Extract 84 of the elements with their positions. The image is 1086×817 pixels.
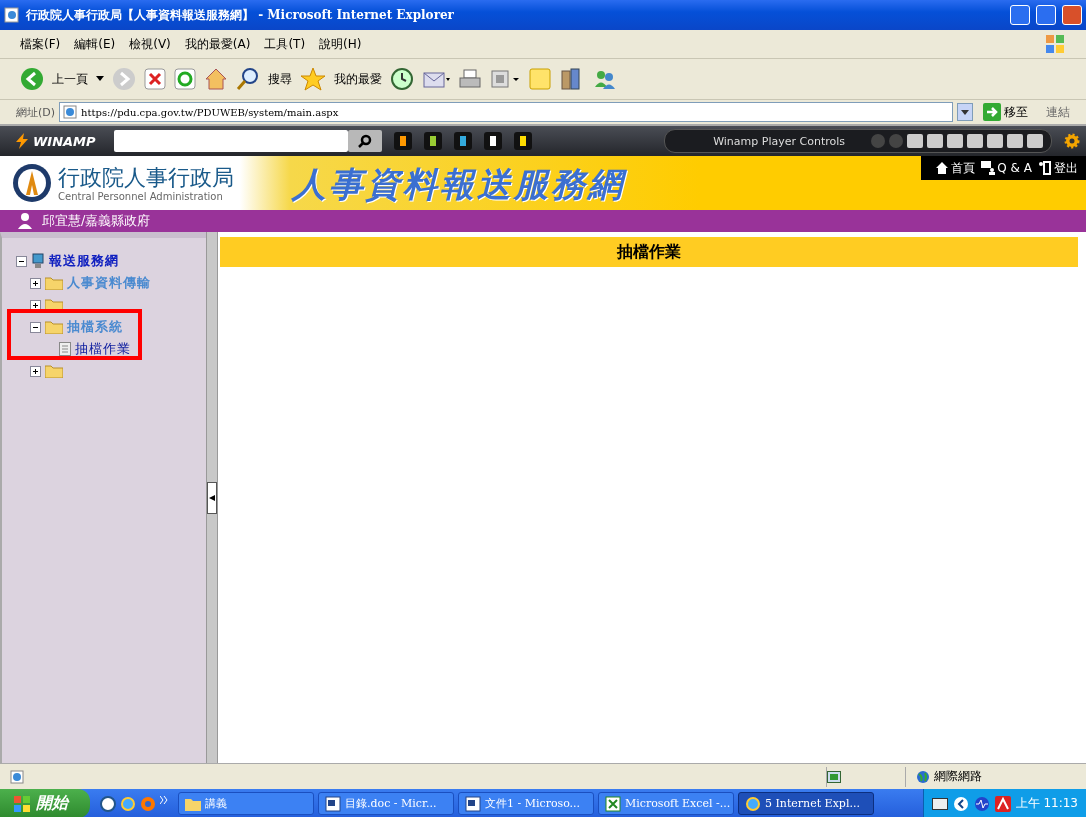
dropdown-icon[interactable] xyxy=(957,103,973,121)
player-controls-label: Winamp Player Controls xyxy=(713,134,845,148)
search-button[interactable] xyxy=(347,130,382,152)
search-field[interactable] xyxy=(113,130,348,152)
folder-icon xyxy=(45,364,63,378)
plus-icon[interactable] xyxy=(30,299,41,311)
page-icon xyxy=(63,105,78,119)
taskbar-button[interactable]: 目錄.doc - Micr... xyxy=(318,792,454,815)
stop-icon[interactable] xyxy=(144,68,166,90)
close-button[interactable] xyxy=(1062,5,1082,25)
winamp-logo: WINAMP xyxy=(14,133,96,149)
organization-name: 行政院人事行政局 xyxy=(58,164,234,191)
chevron-icon[interactable] xyxy=(160,795,168,804)
nav-link[interactable]: 首頁 xyxy=(935,159,976,177)
nav-link[interactable]: 登出 xyxy=(1038,159,1078,177)
address-field[interactable]: https://pdu.cpa.gov.tw/PDUWEB/system/main.aspx xyxy=(59,102,953,122)
arrow-left-icon[interactable] xyxy=(952,795,969,812)
plus-icon[interactable] xyxy=(30,277,41,289)
home-icon xyxy=(935,161,950,175)
minus-icon[interactable] xyxy=(30,321,41,333)
plus-icon[interactable] xyxy=(30,365,41,377)
menu-item[interactable]: 工具(T) xyxy=(264,35,306,53)
go-button[interactable]: 移至 xyxy=(977,102,1034,122)
back-button[interactable]: 上一頁 xyxy=(52,70,88,88)
page-icon xyxy=(10,769,24,784)
page-heading: 抽檔作業 xyxy=(220,237,1078,267)
links-button[interactable]: 連結 xyxy=(1046,103,1070,121)
home-icon[interactable] xyxy=(204,67,228,91)
arrow-left-icon xyxy=(209,494,215,501)
menu-item[interactable]: 檔案(F) xyxy=(20,35,61,53)
arrow-right-icon xyxy=(983,103,1001,121)
keyboard-icon[interactable] xyxy=(931,797,948,810)
favorites-button[interactable]: 我的最愛 xyxy=(334,70,382,88)
speech-bubble-icon xyxy=(981,161,996,175)
search-icon xyxy=(357,134,372,148)
collapse-panel-button[interactable] xyxy=(207,481,217,514)
windows-logo-icon xyxy=(14,795,30,812)
taskbar-button[interactable]: 講義 xyxy=(178,792,314,815)
window-icon xyxy=(827,770,841,783)
waveform-icon[interactable] xyxy=(973,795,990,812)
globe-icon xyxy=(916,769,930,784)
door-icon xyxy=(1038,161,1052,175)
gear-icon[interactable] xyxy=(1064,133,1080,149)
acrobat-icon[interactable] xyxy=(994,795,1011,812)
organization-name-english: Central Personnel Administration xyxy=(58,190,224,202)
address-label: 網址(D) xyxy=(16,104,56,120)
tree-item[interactable]: 抽檔作業 xyxy=(75,340,131,358)
menu-item[interactable]: 我的最愛(A) xyxy=(184,35,251,53)
taskbar-button[interactable]: 5 Internet Expl... xyxy=(738,792,874,815)
user-name: 邱宜慧/嘉義縣政府 xyxy=(42,212,151,230)
edit-icon[interactable] xyxy=(490,68,520,90)
menu-item[interactable]: 檢視(V) xyxy=(129,35,171,53)
folder-icon xyxy=(45,320,63,334)
refresh-icon[interactable] xyxy=(174,68,196,90)
minimize-button[interactable] xyxy=(1010,5,1030,25)
dropdown-icon[interactable] xyxy=(96,76,104,82)
taskbar-button[interactable]: Microsoft Excel -... xyxy=(598,792,734,815)
minus-icon[interactable] xyxy=(16,255,27,267)
document-icon xyxy=(59,342,71,356)
menu-item[interactable]: 說明(H) xyxy=(319,35,362,53)
banner-title: 人事資料報送服務網 xyxy=(292,163,625,206)
spreadsheet-icon xyxy=(605,795,621,812)
taskbar-button[interactable]: 文件1 - Microso... xyxy=(458,792,594,815)
search-button[interactable]: 搜尋 xyxy=(268,70,292,88)
clock: 上午 11:13 xyxy=(1015,795,1078,812)
document-icon xyxy=(465,795,481,812)
page-icon xyxy=(4,7,20,23)
star-icon[interactable] xyxy=(300,67,326,91)
windows-logo-icon xyxy=(1044,33,1066,55)
nav-link[interactable]: Q & A xyxy=(981,161,1032,175)
person-icon xyxy=(18,213,32,229)
lightning-icon xyxy=(14,133,30,149)
maximize-button[interactable] xyxy=(1036,5,1056,25)
security-zone: 網際網路 xyxy=(934,768,982,785)
document-icon xyxy=(325,795,341,812)
printer-icon[interactable] xyxy=(458,68,482,90)
menu-item[interactable]: 編輯(E) xyxy=(74,35,116,53)
computer-icon xyxy=(31,253,45,269)
emblem-icon xyxy=(12,163,52,203)
search-icon[interactable] xyxy=(236,67,260,91)
folder-icon xyxy=(45,276,63,290)
history-icon[interactable] xyxy=(390,67,414,91)
window-title: 行政院人事行政局【人事資料報送服務網】 - Microsoft Internet Explorer xyxy=(26,6,455,24)
tree-item[interactable]: 報送服務網 xyxy=(49,252,119,270)
